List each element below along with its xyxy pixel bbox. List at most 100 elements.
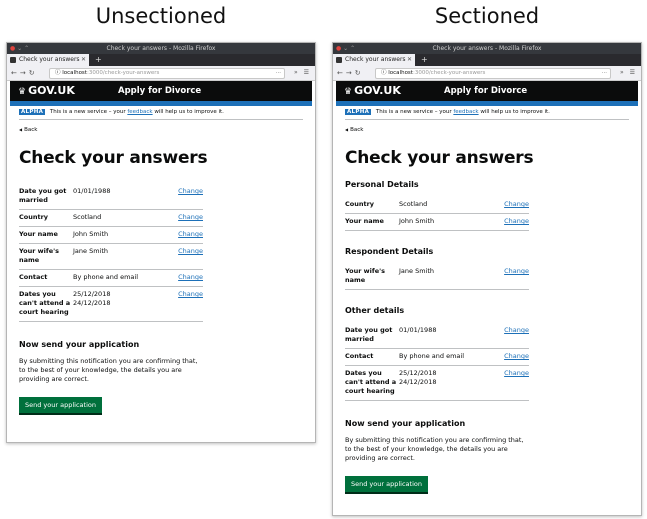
govuk-logo[interactable]: ♛ GOV.UK bbox=[18, 84, 75, 97]
back-label: Back bbox=[350, 127, 364, 133]
row-value: John Smith bbox=[399, 217, 435, 225]
tab-check-your-answers[interactable]: Check your answers ✕ bbox=[7, 54, 89, 66]
url-path: :3000/check-your-answers bbox=[412, 70, 486, 76]
section-heading-other: Other details bbox=[345, 306, 405, 315]
row-value: By phone and email bbox=[399, 352, 464, 360]
nav-bar: ←→↻ ⓘ localhost:3000/check-your-answers … bbox=[333, 66, 641, 81]
title-bar: ● ⌄ ⌃ Check your answers - Mozilla Firef… bbox=[333, 43, 641, 54]
phase-tag: ALPHA bbox=[19, 109, 46, 115]
tab-bar: Check your answers ✕ + bbox=[7, 54, 315, 66]
back-arrow-icon[interactable]: ← bbox=[337, 69, 346, 77]
reload-icon[interactable]: ↻ bbox=[29, 69, 38, 77]
change-link[interactable]: Change bbox=[504, 352, 529, 361]
logo-text: GOV.UK bbox=[28, 84, 75, 97]
forward-arrow-icon[interactable]: → bbox=[346, 69, 355, 77]
govuk-header: ♛ GOV.UK Apply for Divorce bbox=[10, 81, 312, 106]
page-title: Check your answers bbox=[19, 148, 208, 168]
change-link[interactable]: Change bbox=[504, 200, 529, 209]
summary-row: Your wife's name Jane Smith Change bbox=[345, 264, 529, 290]
phase-banner: ALPHA This is a new service – your feedb… bbox=[345, 109, 629, 120]
forward-arrow-icon[interactable]: → bbox=[20, 69, 29, 77]
nav-buttons[interactable]: ←→↻ bbox=[11, 69, 38, 77]
menu-icon[interactable]: ☰ bbox=[630, 69, 637, 76]
crown-icon: ♛ bbox=[18, 87, 27, 97]
window-controls[interactable]: ● ⌄ ⌃ bbox=[10, 43, 29, 54]
change-link[interactable]: Change bbox=[178, 213, 203, 222]
toolbar-right[interactable]: » ☰ bbox=[294, 69, 311, 76]
row-value: Scotland bbox=[399, 200, 428, 208]
row-key: Date you got married bbox=[19, 187, 67, 204]
url-bar[interactable]: ⓘ localhost:3000/check-your-answers ··· bbox=[49, 68, 285, 79]
change-link[interactable]: Change bbox=[504, 217, 529, 226]
section-heading-respondent: Respondent Details bbox=[345, 247, 434, 256]
feedback-link[interactable]: feedback bbox=[453, 109, 478, 115]
row-value: Jane Smith bbox=[399, 267, 435, 275]
phase-text: This is a new service – your bbox=[49, 109, 126, 115]
send-application-button[interactable]: Send your application bbox=[345, 476, 428, 492]
back-arrow-icon[interactable]: ← bbox=[11, 69, 20, 77]
summary-row: Date you got married 01/01/1988 Change bbox=[345, 323, 529, 349]
title-bar: ● ⌄ ⌃ Check your answers - Mozilla Firef… bbox=[7, 43, 315, 54]
summary-row: Dates you can't attend a court hearing25… bbox=[345, 366, 529, 401]
summary-list: Date you got married 01/01/1988 Change Cou… bbox=[19, 184, 303, 322]
tab-check-your-answers[interactable]: Check your answers ✕ bbox=[333, 54, 415, 66]
row-key: Your wife's name bbox=[345, 267, 385, 284]
tab-title: Check your answers bbox=[19, 56, 80, 63]
feedback-link[interactable]: feedback bbox=[127, 109, 152, 115]
close-window-icon[interactable]: ● bbox=[336, 45, 341, 52]
summary-row: Your wife's name Jane Smith Change bbox=[19, 244, 203, 270]
change-link[interactable]: Change bbox=[504, 369, 529, 378]
service-name[interactable]: Apply for Divorce bbox=[444, 86, 527, 96]
row-key: Country bbox=[345, 200, 375, 208]
phase-text: This is a new service – your bbox=[375, 109, 452, 115]
close-tab-icon[interactable]: ✕ bbox=[407, 54, 412, 66]
row-key: Dates you can't attend a court hearing bbox=[345, 369, 397, 395]
change-link[interactable]: Change bbox=[178, 230, 203, 239]
back-triangle-icon: ◀ bbox=[345, 127, 349, 132]
back-label: Back bbox=[24, 127, 38, 133]
back-link[interactable]: ◀ Back bbox=[19, 127, 303, 133]
nav-buttons[interactable]: ←→↻ bbox=[337, 69, 364, 77]
service-name[interactable]: Apply for Divorce bbox=[118, 86, 201, 96]
page-actions-icon[interactable]: ··· bbox=[602, 69, 607, 78]
send-application-button[interactable]: Send your application bbox=[19, 397, 102, 413]
change-link[interactable]: Change bbox=[504, 326, 529, 335]
summary-row: Contact By phone and email Change bbox=[19, 270, 203, 287]
phase-text-end: will help us to improve it. bbox=[154, 109, 224, 115]
row-key: Contact bbox=[345, 352, 374, 360]
main-content: ALPHA This is a new service – your feedb… bbox=[333, 109, 641, 492]
close-window-icon[interactable]: ● bbox=[10, 45, 15, 52]
crown-icon: ♛ bbox=[344, 87, 353, 97]
send-heading: Now send your application bbox=[345, 419, 466, 428]
change-link[interactable]: Change bbox=[178, 290, 203, 299]
overflow-icon[interactable]: » bbox=[620, 69, 626, 76]
page-actions-icon[interactable]: ··· bbox=[276, 69, 281, 78]
sectioned-heading: Sectioned bbox=[434, 4, 540, 28]
back-link[interactable]: ◀ Back bbox=[345, 127, 629, 133]
reload-icon[interactable]: ↻ bbox=[355, 69, 364, 77]
change-link[interactable]: Change bbox=[178, 247, 203, 256]
url-bar[interactable]: ⓘ localhost:3000/check-your-answers ··· bbox=[375, 68, 611, 79]
change-link[interactable]: Change bbox=[178, 187, 203, 196]
url-host: localhost bbox=[62, 70, 87, 76]
row-value: 25/12/2018 24/12/2018 bbox=[73, 290, 111, 307]
new-tab-icon[interactable]: + bbox=[95, 54, 102, 66]
tab-bar: Check your answers ✕ + bbox=[333, 54, 641, 66]
overflow-icon[interactable]: » bbox=[294, 69, 300, 76]
change-link[interactable]: Change bbox=[178, 273, 203, 282]
info-icon: ⓘ bbox=[55, 70, 61, 76]
new-tab-icon[interactable]: + bbox=[421, 54, 428, 66]
window-title: Check your answers - Mozilla Firefox bbox=[106, 45, 216, 52]
row-key: Your name bbox=[345, 217, 384, 225]
menu-icon[interactable]: ☰ bbox=[304, 69, 311, 76]
phase-text-end: will help us to improve it. bbox=[480, 109, 550, 115]
close-tab-icon[interactable]: ✕ bbox=[81, 54, 86, 66]
toolbar-right[interactable]: » ☰ bbox=[620, 69, 637, 76]
section-heading-personal: Personal Details bbox=[345, 180, 419, 189]
row-value: 01/01/1988 bbox=[73, 187, 111, 195]
row-value: By phone and email bbox=[73, 273, 138, 281]
row-key: Date you got married bbox=[345, 326, 393, 343]
change-link[interactable]: Change bbox=[504, 267, 529, 276]
window-controls[interactable]: ● ⌄ ⌃ bbox=[336, 43, 355, 54]
govuk-logo[interactable]: ♛ GOV.UK bbox=[344, 84, 401, 97]
